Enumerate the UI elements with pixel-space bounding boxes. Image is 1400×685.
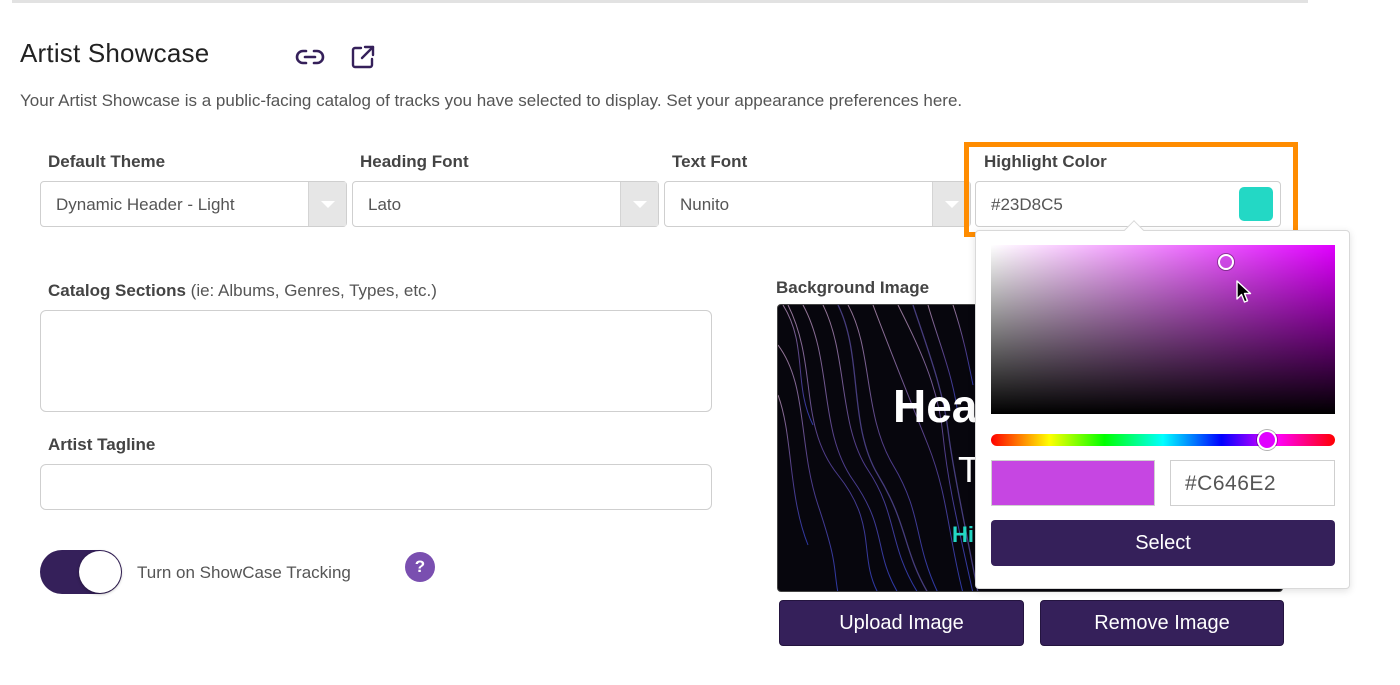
showcase-tracking-toggle[interactable] xyxy=(40,550,122,594)
hex-color-value: #C646E2 xyxy=(1185,472,1277,495)
chevron-down-icon[interactable] xyxy=(932,182,970,226)
hue-handle[interactable] xyxy=(1257,430,1277,450)
external-link-icon[interactable] xyxy=(348,42,378,72)
heading-font-select[interactable]: Lato xyxy=(352,181,659,227)
highlight-color-input[interactable]: #23D8C5 xyxy=(975,181,1281,227)
heading-font-label: Heading Font xyxy=(360,152,469,171)
catalog-sections-label-text: Catalog Sections xyxy=(48,281,186,300)
saturation-handle[interactable] xyxy=(1218,254,1234,270)
default-theme-label: Default Theme xyxy=(48,152,166,171)
remove-image-button[interactable]: Remove Image xyxy=(1040,600,1284,646)
hue-slider[interactable] xyxy=(991,430,1335,450)
preview-highlight-text: Hi xyxy=(952,522,974,547)
heading-font-value: Lato xyxy=(368,195,402,214)
showcase-tracking-label: Turn on ShowCase Tracking xyxy=(137,563,351,582)
default-theme-value: Dynamic Header - Light xyxy=(56,195,235,214)
toggle-knob xyxy=(79,551,121,593)
preview-heading-text: Hea xyxy=(893,380,978,432)
text-font-label: Text Font xyxy=(672,152,748,171)
upload-image-button[interactable]: Upload Image xyxy=(779,600,1024,646)
picked-color-preview xyxy=(991,460,1155,506)
catalog-sections-textarea[interactable] xyxy=(40,310,712,412)
color-picker-popover: #C646E2 Select xyxy=(975,220,1350,589)
top-divider xyxy=(12,0,1308,3)
catalog-sections-label: Catalog Sections (ie: Albums, Genres, Ty… xyxy=(48,281,437,301)
catalog-sections-hint: (ie: Albums, Genres, Types, etc.) xyxy=(190,281,437,300)
artist-tagline-input[interactable] xyxy=(40,464,712,510)
hex-color-input[interactable]: #C646E2 xyxy=(1170,460,1335,506)
highlight-color-label: Highlight Color xyxy=(984,152,1107,171)
select-color-button[interactable]: Select xyxy=(991,520,1335,566)
chevron-down-icon[interactable] xyxy=(308,182,346,226)
link-icon[interactable] xyxy=(295,42,325,72)
text-font-select[interactable]: Nunito xyxy=(664,181,971,227)
page-description: Your Artist Showcase is a public-facing … xyxy=(20,91,963,110)
help-icon[interactable]: ? xyxy=(405,552,435,582)
saturation-area[interactable] xyxy=(991,245,1335,414)
chevron-down-icon[interactable] xyxy=(620,182,658,226)
highlight-color-value: #23D8C5 xyxy=(991,195,1063,214)
highlight-color-swatch[interactable] xyxy=(1239,187,1273,221)
background-image-label: Background Image xyxy=(776,278,930,297)
page-title: Artist Showcase xyxy=(20,38,210,68)
artist-tagline-label: Artist Tagline xyxy=(48,435,156,454)
default-theme-select[interactable]: Dynamic Header - Light xyxy=(40,181,347,227)
text-font-value: Nunito xyxy=(680,195,730,214)
